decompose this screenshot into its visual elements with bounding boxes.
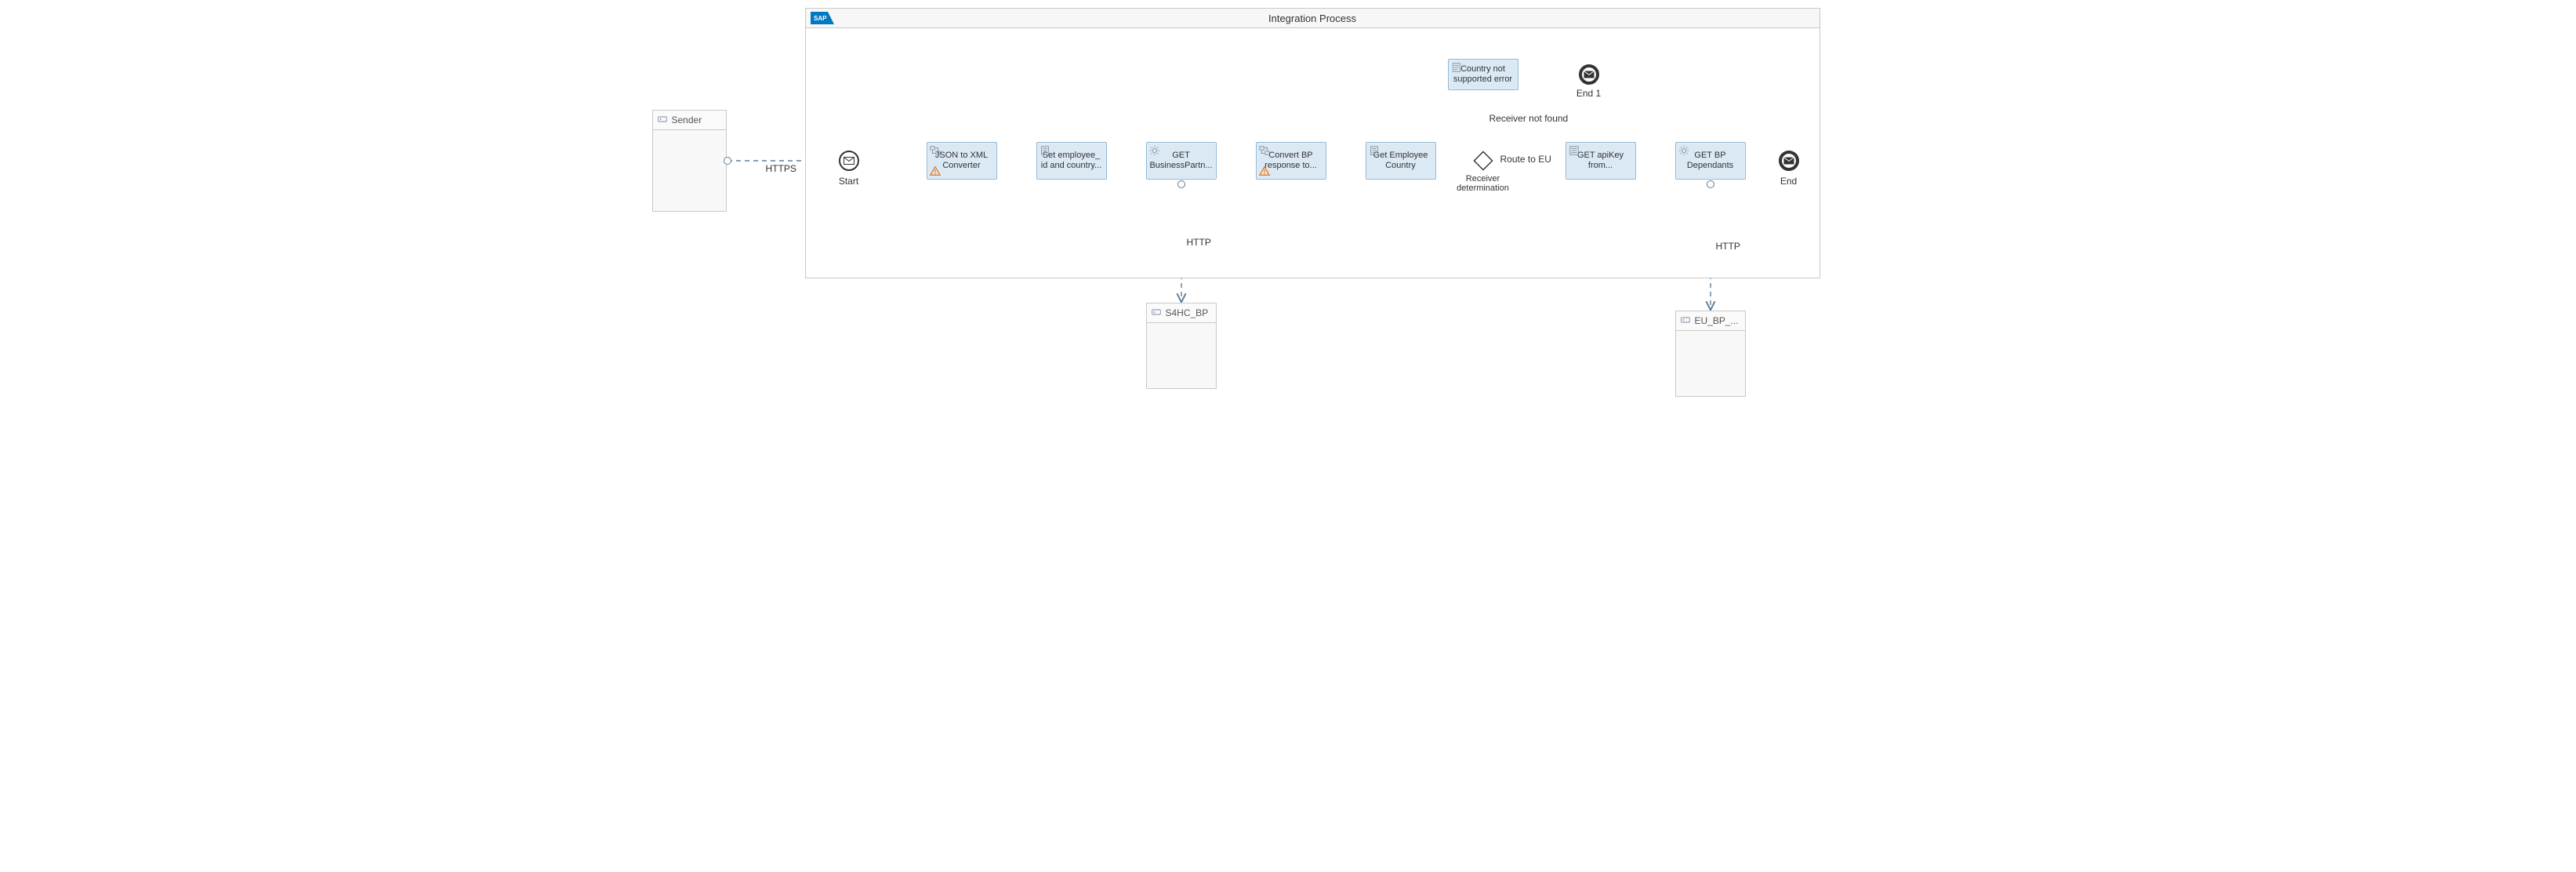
participant-eu-title: EU_BP_... bbox=[1695, 315, 1739, 326]
gateway-receiver-determination[interactable] bbox=[1472, 150, 1494, 172]
port-sender-out bbox=[724, 157, 731, 165]
warning-icon bbox=[1259, 165, 1270, 176]
convert-icon bbox=[1259, 145, 1270, 156]
convert-icon bbox=[930, 145, 941, 156]
port-get-bp-out bbox=[1177, 180, 1185, 188]
event-end1-label: End 1 bbox=[1576, 88, 1601, 99]
connector-label-http-s4hc: HTTP bbox=[1187, 237, 1211, 248]
step-label: Get EmployeeCountry bbox=[1373, 151, 1428, 170]
participant-s4hc-header: S4HC_BP bbox=[1147, 303, 1216, 323]
script-icon bbox=[1451, 62, 1462, 73]
sap-logo: SAP bbox=[811, 12, 834, 24]
step-get-apikey[interactable]: GET apiKeyfrom... bbox=[1566, 142, 1636, 180]
iflow-canvas: Sender HTTPS SAP Integration Process Sta… bbox=[644, 0, 1932, 436]
step-label: JSON to XMLConverter bbox=[935, 151, 988, 170]
participant-eu-header: EU_BP_... bbox=[1676, 311, 1745, 331]
pool-header: SAP Integration Process bbox=[806, 9, 1820, 28]
gateway-label: Receiverdetermination bbox=[1457, 174, 1509, 193]
event-end-label: End bbox=[1780, 176, 1797, 187]
script-icon bbox=[1039, 145, 1050, 156]
step-json-to-xml[interactable]: JSON to XMLConverter bbox=[927, 142, 997, 180]
participant-s4hc-bp[interactable]: S4HC_BP bbox=[1146, 303, 1217, 389]
step-label: Country notsupported error bbox=[1453, 64, 1512, 84]
system-icon bbox=[658, 114, 667, 126]
route-notfound-label: Receiver not found bbox=[1489, 113, 1569, 124]
event-end[interactable] bbox=[1779, 151, 1799, 171]
participant-sender-header: Sender bbox=[653, 111, 726, 130]
step-label: GET apiKeyfrom... bbox=[1577, 151, 1624, 170]
participant-sender[interactable]: Sender bbox=[652, 110, 727, 212]
event-start-label: Start bbox=[839, 176, 858, 187]
step-get-bp[interactable]: GETBusinessPartn... bbox=[1146, 142, 1217, 180]
step-country-not-supported[interactable]: Country notsupported error bbox=[1448, 59, 1518, 90]
script-icon bbox=[1369, 145, 1380, 156]
event-end-1[interactable] bbox=[1579, 64, 1599, 85]
connector-label-https: HTTPS bbox=[766, 163, 796, 174]
participant-eu-bp[interactable]: EU_BP_... bbox=[1675, 311, 1746, 397]
gear-icon bbox=[1149, 145, 1160, 156]
step-get-country[interactable]: Get EmployeeCountry bbox=[1366, 142, 1436, 180]
connector-label-http-eu: HTTP bbox=[1716, 241, 1740, 252]
event-start[interactable] bbox=[839, 151, 859, 171]
gear-icon bbox=[1678, 145, 1689, 156]
system-icon bbox=[1681, 315, 1690, 327]
warning-icon bbox=[930, 165, 941, 176]
list-icon bbox=[1569, 145, 1580, 156]
participant-s4hc-title: S4HC_BP bbox=[1166, 307, 1209, 318]
step-label: GET BPDependants bbox=[1687, 151, 1733, 170]
step-set-employee[interactable]: Set employee_id and country... bbox=[1036, 142, 1107, 180]
route-eu-label: Route to EU bbox=[1500, 154, 1551, 165]
participant-sender-title: Sender bbox=[672, 114, 702, 125]
step-label: Convert BPresponse to... bbox=[1264, 151, 1317, 170]
port-get-dep-out bbox=[1707, 180, 1714, 188]
pool-title: Integration Process bbox=[1268, 13, 1356, 24]
svg-text:SAP: SAP bbox=[814, 15, 827, 22]
system-icon bbox=[1152, 307, 1161, 319]
step-convert-bp[interactable]: Convert BPresponse to... bbox=[1256, 142, 1326, 180]
step-get-dependants[interactable]: GET BPDependants bbox=[1675, 142, 1746, 180]
